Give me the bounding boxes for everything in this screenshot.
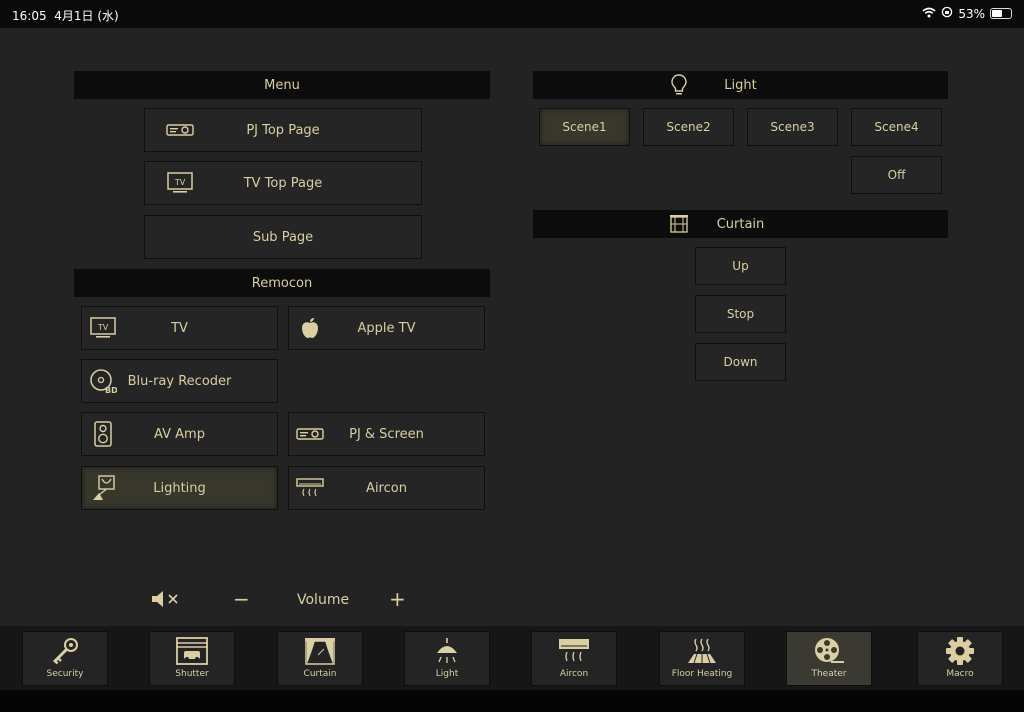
remocon-apple-tv-button[interactable]: Apple TV — [288, 306, 485, 350]
svg-text:BD: BD — [105, 386, 117, 394]
tab-light-label: Light — [435, 669, 459, 679]
volume-up-button[interactable]: + — [389, 587, 406, 611]
status-time-date: 16:05 4月1日 (水) — [12, 9, 119, 23]
remocon-bluray-button[interactable]: BD Blu-ray Recoder — [81, 359, 278, 403]
ceiling-lamp-icon — [405, 636, 489, 666]
floor-heating-icon — [660, 636, 744, 666]
projector-icon — [165, 117, 195, 143]
remocon-bluray-label: Blu-ray Recoder — [127, 373, 232, 389]
bottom-tab-bar: Security Shutter Curtain Light Aircon Fl… — [0, 626, 1024, 690]
remocon-tv-button[interactable]: TV TV — [81, 306, 278, 350]
status-bar: 16:05 4月1日 (水) 53% — [0, 0, 1024, 28]
remocon-aircon-button[interactable]: Aircon — [288, 466, 485, 510]
volume-label: Volume — [297, 592, 350, 608]
remocon-title: Remocon — [251, 275, 313, 291]
curtain-up-button[interactable]: Up — [695, 247, 786, 285]
garage-shutter-icon — [150, 636, 234, 666]
tab-shutter-label: Shutter — [175, 669, 209, 679]
menu-header: Menu — [74, 71, 490, 99]
status-right: 53% — [922, 6, 1012, 21]
curtain-up-label: Up — [732, 259, 749, 273]
volume-down-button[interactable]: − — [233, 587, 250, 611]
gear-icon — [918, 636, 1002, 666]
film-reel-icon — [787, 636, 871, 666]
remocon-apple-tv-label: Apple TV — [357, 320, 416, 336]
tab-shutter[interactable]: Shutter — [149, 631, 235, 686]
curtain-stop-label: Stop — [726, 307, 755, 321]
svg-text:TV: TV — [174, 178, 186, 187]
mute-icon[interactable] — [151, 590, 183, 612]
tab-floor-heating-label: Floor Heating — [671, 669, 733, 679]
scene1-button[interactable]: Scene1 — [539, 108, 630, 146]
tab-security[interactable]: Security — [22, 631, 108, 686]
home-indicator-area — [0, 690, 1024, 712]
scene4-label: Scene4 — [874, 120, 919, 134]
remocon-pj-screen-label: PJ & Screen — [349, 426, 424, 442]
tab-floor-heating[interactable]: Floor Heating — [659, 631, 745, 686]
tab-curtain[interactable]: Curtain — [277, 631, 363, 686]
apple-icon — [295, 315, 325, 341]
bluray-disc-icon: BD — [88, 368, 118, 394]
tab-curtain-label: Curtain — [303, 669, 337, 679]
lightbulb-icon — [671, 74, 687, 100]
tv-top-page-label: TV Top Page — [243, 175, 323, 191]
tv-icon: TV — [88, 315, 118, 341]
menu-title: Menu — [264, 77, 300, 93]
pj-top-page-button[interactable]: PJ Top Page — [144, 108, 422, 152]
aircon-icon — [295, 475, 325, 501]
tab-aircon-label: Aircon — [559, 669, 589, 679]
aircon-icon — [532, 636, 616, 666]
light-off-label: Off — [887, 168, 906, 182]
tab-theater[interactable]: Theater — [786, 631, 872, 686]
sub-page-label: Sub Page — [252, 229, 314, 245]
battery-icon — [990, 8, 1012, 19]
tab-theater-label: Theater — [811, 669, 847, 679]
key-icon — [23, 636, 107, 666]
projector-icon — [295, 421, 325, 447]
curtain-down-label: Down — [723, 355, 758, 369]
wifi-icon — [922, 7, 936, 21]
scene2-button[interactable]: Scene2 — [643, 108, 734, 146]
scene3-button[interactable]: Scene3 — [747, 108, 838, 146]
speaker-icon — [88, 421, 118, 447]
light-off-button[interactable]: Off — [851, 156, 942, 194]
sub-page-button[interactable]: Sub Page — [144, 215, 422, 259]
tab-macro[interactable]: Macro — [917, 631, 1003, 686]
remocon-tv-label: TV — [171, 320, 188, 336]
tab-light[interactable]: Light — [404, 631, 490, 686]
remocon-lighting-button[interactable]: Lighting — [81, 466, 278, 510]
light-header: Light — [533, 71, 948, 99]
curtain-down-button[interactable]: Down — [695, 343, 786, 381]
battery-percent: 53% — [958, 6, 985, 21]
pj-top-page-label: PJ Top Page — [246, 122, 320, 138]
rotation-lock-icon — [941, 6, 953, 21]
svg-text:TV: TV — [97, 323, 109, 332]
curtain-title: Curtain — [716, 216, 765, 232]
curtain-stop-button[interactable]: Stop — [695, 295, 786, 333]
tv-icon: TV — [165, 170, 195, 196]
remocon-av-amp-label: AV Amp — [154, 426, 205, 442]
scene4-button[interactable]: Scene4 — [851, 108, 942, 146]
scene1-label: Scene1 — [562, 120, 607, 134]
remocon-header: Remocon — [74, 269, 490, 297]
tab-security-label: Security — [46, 669, 84, 679]
lamp-icon — [88, 475, 118, 501]
remocon-av-amp-button[interactable]: AV Amp — [81, 412, 278, 456]
scene2-label: Scene2 — [666, 120, 711, 134]
remocon-pj-screen-button[interactable]: PJ & Screen — [288, 412, 485, 456]
tab-aircon[interactable]: Aircon — [531, 631, 617, 686]
tab-macro-label: Macro — [946, 669, 974, 679]
curtain-header: Curtain — [533, 210, 948, 238]
tv-top-page-button[interactable]: TV TV Top Page — [144, 161, 422, 205]
remocon-aircon-label: Aircon — [366, 480, 407, 496]
light-title: Light — [724, 77, 757, 93]
remocon-lighting-label: Lighting — [153, 480, 206, 496]
scene3-label: Scene3 — [770, 120, 815, 134]
curtain-icon — [669, 214, 689, 238]
curtain-icon — [278, 636, 362, 666]
